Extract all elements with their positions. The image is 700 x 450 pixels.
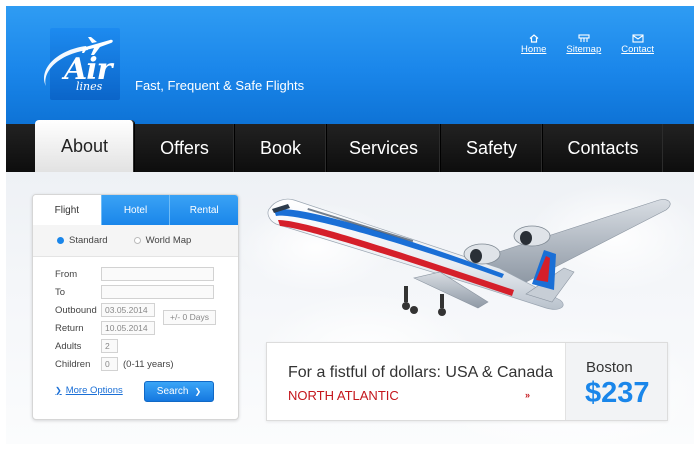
logo[interactable]: Air lines bbox=[44, 28, 120, 100]
search-button[interactable]: Search ❯ bbox=[144, 381, 214, 402]
mail-icon bbox=[632, 34, 644, 43]
sitemap-link[interactable]: Sitemap bbox=[566, 34, 601, 55]
outbound-label: Outbound bbox=[55, 304, 97, 316]
trip-type-radios: Standard World Map bbox=[33, 225, 238, 257]
children-row: Children (0-11 years) bbox=[55, 355, 238, 373]
radio-standard[interactable]: Standard bbox=[57, 235, 108, 246]
outbound-date-input[interactable] bbox=[101, 303, 155, 317]
booking-panel: Flight Hotel Rental Standard World Map F… bbox=[32, 194, 239, 420]
adults-label: Adults bbox=[55, 340, 82, 352]
header: Air lines Fast, Frequent & Safe Flights … bbox=[6, 6, 694, 124]
more-options-link[interactable]: ❯ More Options bbox=[55, 385, 123, 396]
nav-book[interactable]: Book bbox=[235, 124, 327, 172]
to-input[interactable] bbox=[101, 285, 214, 299]
promo-subtitle: NORTH ATLANTIC bbox=[288, 388, 399, 403]
children-input[interactable] bbox=[101, 357, 118, 371]
adults-row: Adults bbox=[55, 337, 238, 355]
tagline: Fast, Frequent & Safe Flights bbox=[135, 78, 305, 93]
promo-title: For a fistful of dollars: USA & Canada bbox=[288, 364, 554, 381]
flex-days-select[interactable]: +/- 0 Days bbox=[163, 310, 216, 325]
double-chevron-right-icon[interactable]: » bbox=[525, 390, 530, 400]
from-label: From bbox=[55, 268, 78, 280]
from-input[interactable] bbox=[101, 267, 214, 281]
airplane-hero-image bbox=[267, 198, 671, 316]
radio-dot-checked bbox=[57, 237, 64, 244]
promo-city: Boston bbox=[586, 359, 633, 376]
nav-about[interactable]: About bbox=[35, 120, 135, 172]
home-link-label: Home bbox=[521, 44, 547, 55]
hero: Flight Hotel Rental Standard World Map F… bbox=[6, 172, 694, 444]
sitemap-icon bbox=[578, 34, 590, 42]
radio-dot bbox=[133, 237, 141, 244]
to-label: To bbox=[55, 286, 66, 298]
main-nav: About Offers Book Services Safety Contac… bbox=[6, 120, 694, 172]
sitemap-link-label: Sitemap bbox=[566, 44, 602, 55]
logo-subword: lines bbox=[76, 80, 103, 93]
top-links: Home Sitemap Contact bbox=[521, 34, 654, 55]
radio-world-map[interactable]: World Map bbox=[133, 235, 192, 246]
from-row: From bbox=[55, 265, 238, 283]
contact-link-label: Contact bbox=[621, 44, 654, 55]
return-date-input[interactable] bbox=[101, 321, 155, 335]
booking-tabs: Flight Hotel Rental bbox=[33, 195, 238, 225]
promo-price-box: Boston $237 bbox=[565, 343, 667, 420]
to-row: To bbox=[55, 283, 238, 301]
promo-card[interactable]: For a fistful of dollars: USA & Canada N… bbox=[266, 342, 668, 421]
radio-standard-label: Standard bbox=[69, 235, 108, 246]
search-button-label: Search bbox=[156, 386, 189, 397]
nav-services[interactable]: Services bbox=[327, 124, 441, 172]
adults-input[interactable] bbox=[101, 339, 118, 353]
booking-form: From To Outbound Return +/- 0 Days A bbox=[33, 257, 238, 373]
home-link[interactable]: Home bbox=[521, 34, 546, 55]
radio-world-map-label: World Map bbox=[145, 235, 192, 246]
nav-offers[interactable]: Offers bbox=[135, 124, 235, 172]
children-hint: (0-11 years) bbox=[123, 358, 174, 370]
contact-link[interactable]: Contact bbox=[621, 34, 654, 55]
tab-rental[interactable]: Rental bbox=[169, 195, 238, 225]
page: Air lines Fast, Frequent & Safe Flights … bbox=[6, 6, 694, 444]
nav-contacts[interactable]: Contacts bbox=[543, 124, 663, 172]
chevron-right-icon: ❯ bbox=[194, 387, 202, 396]
tab-flight[interactable]: Flight bbox=[33, 195, 101, 225]
nav-safety[interactable]: Safety bbox=[441, 124, 543, 172]
promo-price: $237 bbox=[585, 377, 650, 409]
tab-hotel[interactable]: Hotel bbox=[100, 195, 170, 225]
return-label: Return bbox=[55, 322, 84, 334]
home-icon bbox=[529, 34, 539, 43]
more-options-label: More Options bbox=[65, 385, 123, 396]
children-label: Children bbox=[55, 358, 91, 370]
chevron-right-icon: ❯ bbox=[55, 386, 62, 395]
